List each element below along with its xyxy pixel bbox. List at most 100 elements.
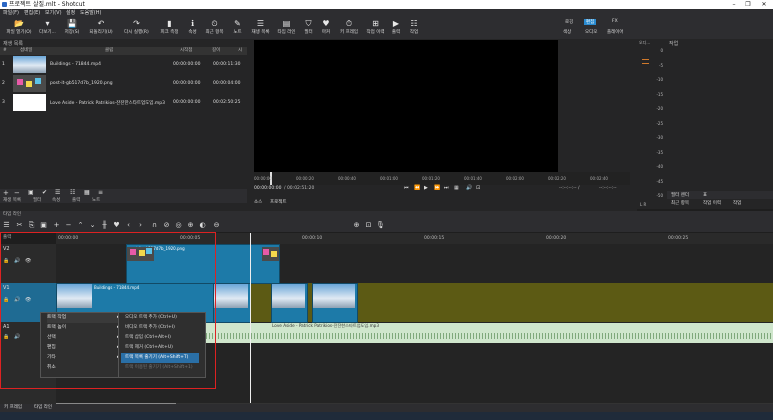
remove-icon[interactable]: −	[64, 221, 73, 230]
zoom-out-icon[interactable]: ⊖	[212, 221, 221, 230]
export-button[interactable]: ▶ 출력	[389, 19, 403, 39]
marker-icon[interactable]: ♥	[112, 221, 121, 230]
menu-settings[interactable]: 설정	[66, 9, 75, 17]
volume-icon[interactable]: 🔊	[466, 185, 472, 191]
zoom-icon[interactable]: ⊡	[476, 185, 480, 191]
grid-icon[interactable]: ▦	[454, 185, 459, 191]
maximize-icon[interactable]: ❐	[742, 0, 754, 9]
tab-recent[interactable]: 최근 항목	[671, 200, 689, 206]
minimize-icon[interactable]: –	[728, 0, 740, 9]
layout-tab-bottom-1[interactable]: 오디오	[585, 29, 597, 35]
buildings-clip-2[interactable]	[213, 283, 251, 323]
notes-button[interactable]: ✎ 노트	[228, 19, 247, 39]
playlist-row[interactable]: 1 Buildings - 71844.mp4 00:00:00:00 00:0…	[0, 55, 247, 73]
ripple-all-icon[interactable]: ⊕	[186, 221, 195, 230]
rewind-icon[interactable]: ⏪	[414, 185, 420, 191]
menu-button[interactable]: ▾ 다보기...	[37, 19, 58, 39]
buildings-clip-4[interactable]	[312, 283, 358, 323]
tab-export[interactable]: 출력	[72, 197, 80, 203]
marker-button[interactable]: ♥ 마커	[318, 19, 334, 39]
buildings-clip-3[interactable]	[271, 283, 308, 323]
layout-tab-2[interactable]: FX	[610, 19, 620, 24]
menu-edit[interactable]: 편집(E)	[24, 9, 40, 17]
tab-keyframes[interactable]: 키 프레임	[4, 404, 22, 412]
tab-history[interactable]: 작업 이력	[703, 200, 721, 206]
update-icon[interactable]: ▣	[28, 189, 34, 196]
redo-button[interactable]: ↷ 다시 실행(R)	[118, 19, 155, 39]
list-view-icon[interactable]: ☰	[55, 189, 60, 196]
save-button[interactable]: 💾 저장(S)	[60, 19, 84, 39]
paste-icon[interactable]: ▣	[39, 221, 48, 230]
detail-view-icon[interactable]: ☷	[70, 189, 75, 196]
copy-icon[interactable]: ⎘	[27, 221, 36, 230]
check-icon[interactable]: ✔	[42, 189, 47, 196]
col-in[interactable]: 시작점	[180, 47, 192, 55]
menu-icon[interactable]: ≡	[98, 189, 103, 196]
player-tick: 00:00:00	[254, 176, 272, 181]
tab-table[interactable]: 표	[703, 192, 707, 198]
keyframe-button[interactable]: ⏱ 키 프레임	[336, 19, 362, 39]
layout-tab-bottom-2[interactable]: 플레이어	[607, 29, 624, 35]
timeline-playhead[interactable]	[250, 233, 251, 403]
tab-notes[interactable]: 노트	[92, 197, 100, 203]
jobs-button[interactable]: ☷ 작업	[405, 19, 423, 39]
overwrite-icon[interactable]: ⌄	[88, 221, 97, 230]
layout-tab-1[interactable]: 편집	[584, 19, 597, 25]
fast-forward-icon[interactable]: ⏩	[434, 185, 440, 191]
tab-timeline[interactable]: 타임 라인	[34, 404, 52, 412]
menu-view[interactable]: 보기(V)	[45, 9, 62, 17]
add-icon[interactable]: +	[3, 189, 9, 197]
playlist-row[interactable]: 3 Love Aside - Patrick Patrikios-잔잔한스타트업…	[0, 93, 247, 111]
skip-start-icon[interactable]: ⏮	[404, 185, 409, 191]
tab-source[interactable]: 소스	[254, 199, 262, 205]
split-icon[interactable]: ╫	[100, 221, 109, 230]
current-time[interactable]: 00:00:00:00	[254, 186, 281, 191]
layout-tab-0[interactable]: 로깅	[563, 19, 575, 25]
snap-icon[interactable]: ∩	[150, 221, 159, 230]
scrub-icon[interactable]: ⊘	[162, 221, 171, 230]
tab-project[interactable]: 프로젝트	[270, 199, 287, 205]
timeline-title-bar: 타임 라인	[0, 211, 773, 219]
close-icon[interactable]: ✕	[758, 0, 770, 9]
zoom-fit-icon[interactable]: ⊡	[364, 221, 373, 230]
player-ruler[interactable]: 00:00:00 00:00:20 00:00:40 00:01:00 00:01:20…	[254, 172, 630, 185]
recent-button[interactable]: ⏲ 최근 항목	[203, 19, 226, 39]
menu-help[interactable]: 도움말(H)	[80, 9, 101, 17]
ripple-markers-icon[interactable]: ◐	[198, 221, 207, 230]
prev-marker-icon[interactable]: ‹	[124, 221, 133, 230]
col-duration[interactable]: 길이	[212, 47, 220, 55]
tab-properties[interactable]: 속성	[52, 197, 60, 203]
menu-file[interactable]: 파일(F)	[3, 9, 19, 17]
ripple-icon[interactable]: ◎	[174, 221, 183, 230]
tab-filter[interactable]: 필터	[33, 197, 41, 203]
playlist-row[interactable]: 2 post-it-gb517d7b_1920.png 00:00:00:00 …	[0, 74, 247, 92]
history-button[interactable]: ⊞ 작업 이력	[364, 19, 387, 39]
icon-view-icon[interactable]: ▦	[84, 189, 90, 196]
timeline-button[interactable]: ▤ 타임 라인	[274, 19, 299, 39]
col-index[interactable]: #	[3, 47, 7, 55]
playlist-button[interactable]: ☰ 재생 목록	[249, 19, 272, 39]
folder-button[interactable]: 📂 파일 열기(O)	[3, 19, 35, 39]
append-icon[interactable]: +	[52, 221, 61, 230]
record-audio-icon[interactable]: 🎙	[376, 221, 385, 230]
filter-button[interactable]: ⛉ 필터	[301, 19, 316, 39]
col-clip[interactable]: 클립	[105, 47, 113, 55]
remove-icon[interactable]: −	[14, 189, 20, 197]
video-preview[interactable]	[254, 40, 558, 172]
timeline-menu-icon[interactable]: ☰	[2, 221, 11, 230]
next-marker-icon[interactable]: ›	[136, 221, 145, 230]
undo-button[interactable]: ↶ 되돌리기(U)	[86, 19, 116, 39]
peak-meter-button[interactable]: ▮ 피크 측정	[157, 19, 182, 39]
cut-icon[interactable]: ✂	[15, 221, 24, 230]
tab-jobs[interactable]: 작업	[733, 200, 741, 206]
tab-playlist[interactable]: 재생 목록	[3, 197, 21, 203]
tab-filter-render[interactable]: 필터 렌더	[671, 192, 689, 198]
col-date[interactable]: 시	[238, 47, 242, 55]
lift-icon[interactable]: ⌃	[76, 221, 85, 230]
play-icon[interactable]: ▶	[424, 185, 428, 191]
col-thumbnail[interactable]: 섬네일	[20, 47, 32, 55]
zoom-in-icon[interactable]: ⊕	[352, 221, 361, 230]
layout-tab-bottom-0[interactable]: 색상	[563, 29, 571, 35]
properties-button[interactable]: ℹ 속성	[184, 19, 201, 39]
skip-end-icon[interactable]: ⏭	[444, 185, 449, 191]
